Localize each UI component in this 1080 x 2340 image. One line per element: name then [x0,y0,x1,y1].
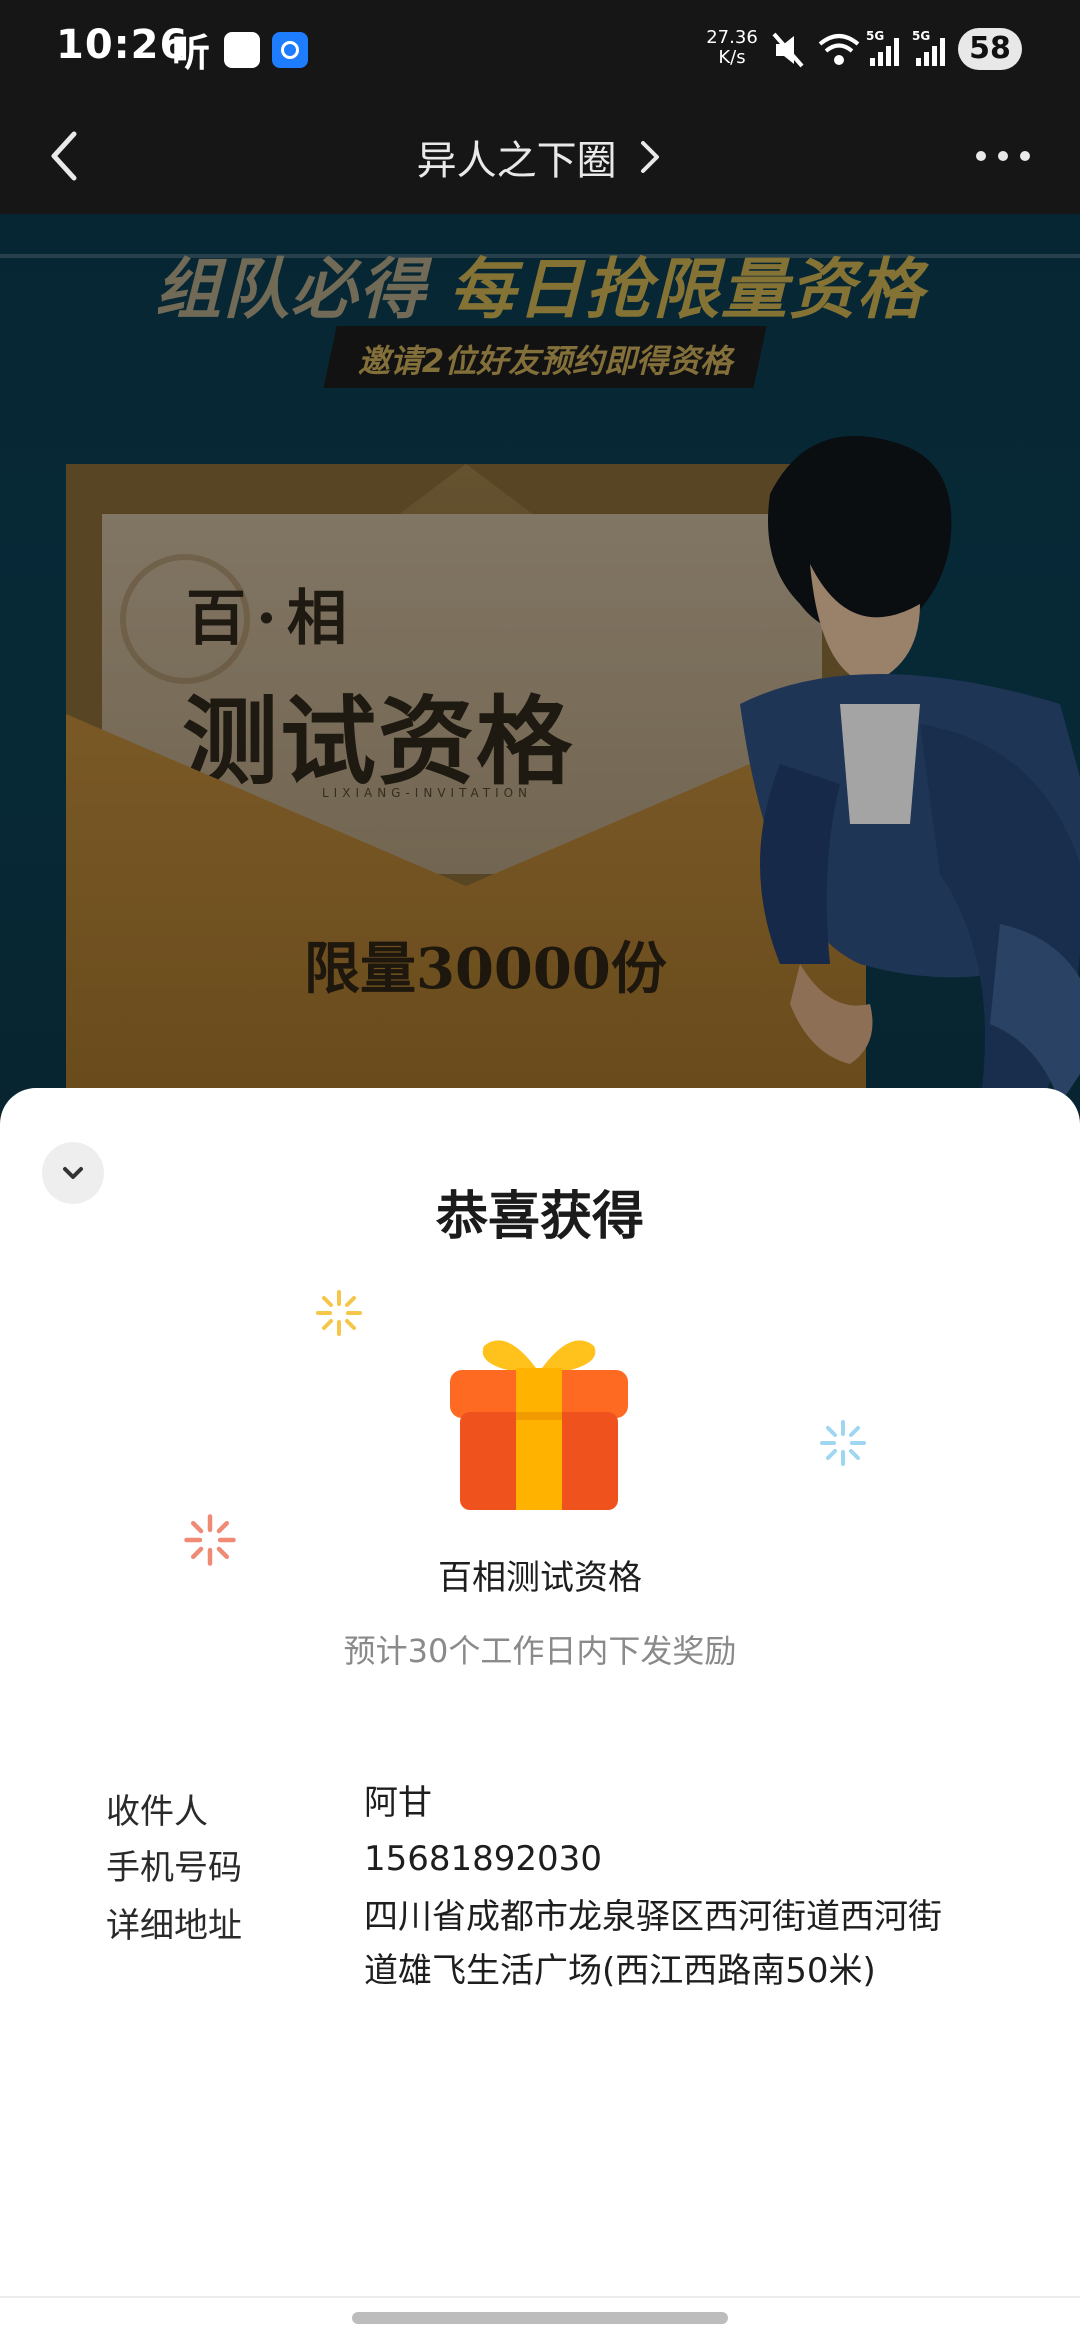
reward-sheet: 恭喜获得 百相测试资格 预计30个工作日内下发奖励 收件人 阿甘 手机号码 15… [0,1088,1080,2340]
network-speed-value: 27.36 [706,27,758,48]
browser-app-icon [272,32,308,68]
network-speed-unit: K/s [718,47,746,68]
svg-text:5G: 5G [866,30,884,43]
sparkle-icon [316,1290,362,1336]
network-speed: 27.36 K/s [700,28,764,68]
status-time: 10:26 [56,22,189,68]
screen: 10:26 听 27.36 K/s 5G 5G 58 异人之下圈 组队必得 每日… [0,0,1080,2340]
phone-label: 手机号码 [106,1848,242,1888]
more-options-icon[interactable] [968,136,1038,176]
bottom-divider [0,2296,1080,2298]
svg-text:5G: 5G [912,30,930,43]
chevron-right-icon [641,141,660,173]
recipient-label: 收件人 [106,1792,208,1832]
home-indicator[interactable] [352,2312,728,2324]
signal-5g-icon: 5G [866,30,899,66]
recipient-row: 收件人 阿甘 [106,1783,1006,1838]
nav-bar: 异人之下圈 [0,100,1080,214]
phone-value: 15681892030 [364,1839,602,1879]
address-value: 四川省成都市龙泉驿区西河街道西河街道雄飞生活广场(西江西路南50米) [364,1897,942,1991]
prize-note: 预计30个工作日内下发奖励 [343,1632,737,1670]
notification-app-icon [224,32,260,68]
sheet-title: 恭喜获得 [435,1187,644,1247]
address-row: 详细地址 四川省成都市龙泉驿区西河街道西河街道雄飞生活广场(西江西路南50米) [106,1897,1006,2018]
signal-5g-icon: 5G [912,30,945,66]
address-label: 详细地址 [106,1906,242,1946]
wifi-icon [818,34,860,65]
nav-title[interactable]: 异人之下圈 [0,128,1080,186]
sparkle-icon [820,1420,866,1466]
phone-row: 手机号码 15681892030 [106,1839,1006,1894]
gift-icon [450,1340,628,1510]
listen-app-icon: 听 [172,31,211,75]
nav-title-text: 异人之下圈 [416,138,617,184]
status-bar: 10:26 听 27.36 K/s 5G 5G 58 [0,0,1080,100]
recipient-value: 阿甘 [364,1783,432,1823]
battery-icon: 58 [958,28,1022,70]
mute-icon [772,32,804,68]
prize-name: 百相测试资格 [438,1558,642,1598]
banner-dim-overlay [0,214,1080,1114]
